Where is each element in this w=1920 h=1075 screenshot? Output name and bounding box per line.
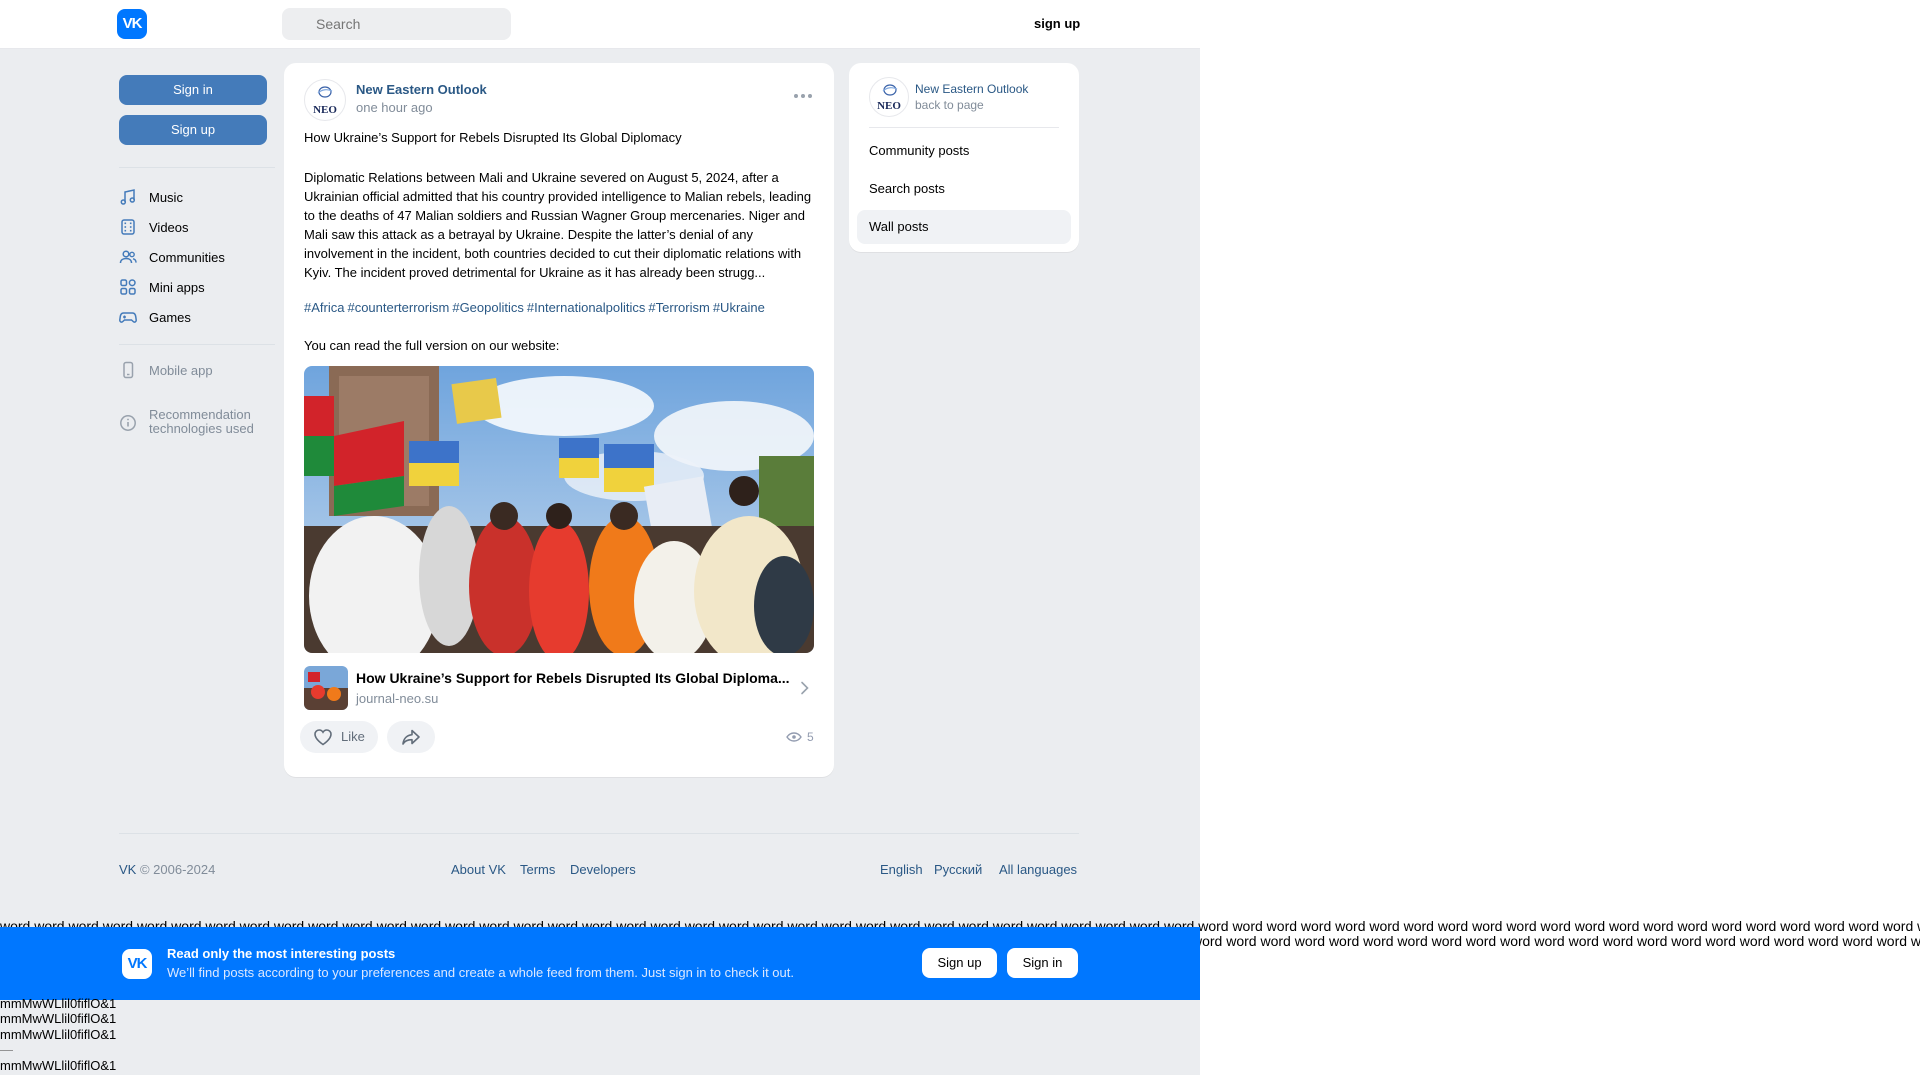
nav-label-communities: Communities: [149, 249, 225, 265]
avatar-text: NEO: [877, 100, 901, 112]
nav-divider: [119, 167, 275, 168]
vk-logo[interactable]: VK: [117, 9, 147, 39]
nav-divider: [119, 344, 275, 345]
nav-label-games: Games: [149, 309, 191, 325]
share-button[interactable]: [387, 721, 435, 753]
blank-area: [1200, 0, 1920, 1075]
nav-label-recommendation: Recommendation technologies used: [149, 408, 254, 436]
footer-terms-link[interactable]: Terms: [520, 862, 555, 877]
wall-posts-link[interactable]: Wall posts: [857, 210, 1071, 244]
eye-icon: [786, 732, 802, 742]
language-english-link[interactable]: English: [880, 862, 923, 877]
apps-icon: [120, 279, 136, 295]
divider: [869, 127, 1059, 128]
banner-title: Read only the most interesting posts: [167, 946, 396, 961]
post-photo[interactable]: [304, 366, 814, 653]
views-counter: 5: [786, 730, 814, 744]
nav-item-music[interactable]: Music: [119, 186, 183, 208]
filler-text-line: mmMwWLlil0fiflO&1: [0, 1027, 117, 1042]
copyright-text: © 2006-2024: [136, 862, 216, 877]
recommendation-line-2: technologies used: [149, 421, 254, 436]
community-posts-link[interactable]: Community posts: [857, 134, 1071, 168]
vk-logo: VK: [122, 949, 152, 979]
hashtag-link[interactable]: #counterterrorism: [347, 300, 449, 315]
link-thumbnail-image: [304, 666, 348, 710]
views-count: 5: [807, 730, 814, 744]
filler-text-line: mmMwWLlil0fiflO&1: [0, 996, 117, 1011]
signup-link[interactable]: sign up: [1034, 16, 1080, 31]
nav-label-videos: Videos: [149, 219, 189, 235]
link-title: How Ukraine’s Support for Rebels Disrupt…: [356, 670, 790, 686]
filler-dash: —: [0, 1042, 13, 1057]
more-options-icon[interactable]: [792, 89, 814, 103]
post-body: Diplomatic Relations between Mali and Uk…: [304, 170, 812, 280]
community-avatar[interactable]: NEO: [869, 77, 909, 117]
author-avatar[interactable]: NEO: [304, 79, 346, 121]
all-languages-link[interactable]: All languages: [999, 862, 1077, 877]
link-thumbnail: [304, 666, 348, 710]
filler-text-line: word word word word word word word word …: [1192, 933, 1920, 949]
hashtag-link[interactable]: #Internationalpolitics: [527, 300, 646, 315]
hashtag-link[interactable]: #Geopolitics: [452, 300, 524, 315]
link-snippet[interactable]: How Ukraine’s Support for Rebels Disrupt…: [304, 666, 814, 710]
nav-label-music: Music: [149, 189, 183, 205]
link-domain: journal-neo.su: [356, 691, 439, 706]
hashtag-link[interactable]: #Terrorism: [648, 300, 709, 315]
nav-item-mobile-app[interactable]: Mobile app: [119, 359, 213, 381]
like-button[interactable]: Like: [300, 721, 378, 753]
sign-in-button[interactable]: Sign in: [119, 75, 267, 105]
filler-text-line: mmMwWLlil0fiflO&1: [0, 1058, 117, 1073]
nav-item-recommendation[interactable]: Recommendation technologies used: [119, 408, 254, 438]
footer-developers-link[interactable]: Developers: [570, 862, 636, 877]
community-name[interactable]: New Eastern Outlook: [915, 82, 1028, 96]
info-icon: [120, 415, 136, 431]
phone-icon: [123, 361, 134, 379]
nav-item-communities[interactable]: Communities: [119, 246, 225, 268]
post-author[interactable]: New Eastern Outlook: [356, 82, 487, 97]
hashtag-link[interactable]: #Ukraine: [713, 300, 765, 315]
video-icon: [121, 219, 135, 235]
search-input[interactable]: [282, 8, 511, 40]
recommendation-line-1: Recommendation: [149, 407, 251, 422]
community-nav-card: NEO New Eastern Outlook back to page Com…: [849, 63, 1079, 252]
nav-label-mobile-app: Mobile app: [149, 362, 213, 378]
users-icon: [119, 250, 137, 264]
post-time[interactable]: one hour ago: [356, 100, 433, 115]
post-tags: #Africa #counterterrorism #Geopolitics #Int…: [304, 300, 768, 315]
nav-item-games[interactable]: Games: [119, 306, 191, 328]
post-card: NEO New Eastern Outlook one hour ago How…: [284, 63, 834, 777]
copyright: VK © 2006-2024: [119, 862, 215, 877]
protest-photo-image: [304, 366, 814, 653]
nav-label-mini-apps: Mini apps: [149, 279, 205, 295]
footer-divider: [119, 833, 1079, 834]
music-note-icon: [120, 189, 136, 205]
full-version-text: You can read the full version on our web…: [304, 338, 560, 353]
signin-banner: VK Read only the most interesting posts …: [0, 927, 1200, 1000]
heart-icon: [314, 729, 332, 746]
search-posts-link[interactable]: Search posts: [857, 172, 1071, 206]
avatar-text: NEO: [313, 104, 337, 116]
language-russian-link[interactable]: Русский: [934, 862, 982, 877]
gamepad-icon: [119, 312, 137, 323]
chevron-right-icon: [801, 681, 809, 695]
hashtag-link[interactable]: #Africa: [304, 300, 344, 315]
globe-icon: [882, 84, 898, 96]
post-title: How Ukraine’s Support for Rebels Disrupt…: [304, 130, 682, 145]
top-bar: VK sign up: [0, 0, 1200, 49]
filler-text-line: mmMwWLlil0fiflO&1: [0, 1011, 117, 1026]
banner-sign-in-button[interactable]: Sign in: [1007, 948, 1078, 978]
sign-up-button[interactable]: Sign up: [119, 115, 267, 145]
banner-subtitle: We’ll find posts according to your prefe…: [167, 965, 794, 980]
nav-item-mini-apps[interactable]: Mini apps: [119, 276, 205, 298]
globe-icon: [317, 86, 333, 98]
like-label: Like: [341, 729, 365, 744]
nav-item-videos[interactable]: Videos: [119, 216, 189, 238]
back-to-page-link[interactable]: back to page: [915, 98, 984, 112]
banner-sign-up-button[interactable]: Sign up: [922, 948, 997, 978]
vk-home-link[interactable]: VK: [119, 862, 136, 877]
footer-about-link[interactable]: About VK: [451, 862, 506, 877]
share-icon: [402, 729, 420, 745]
